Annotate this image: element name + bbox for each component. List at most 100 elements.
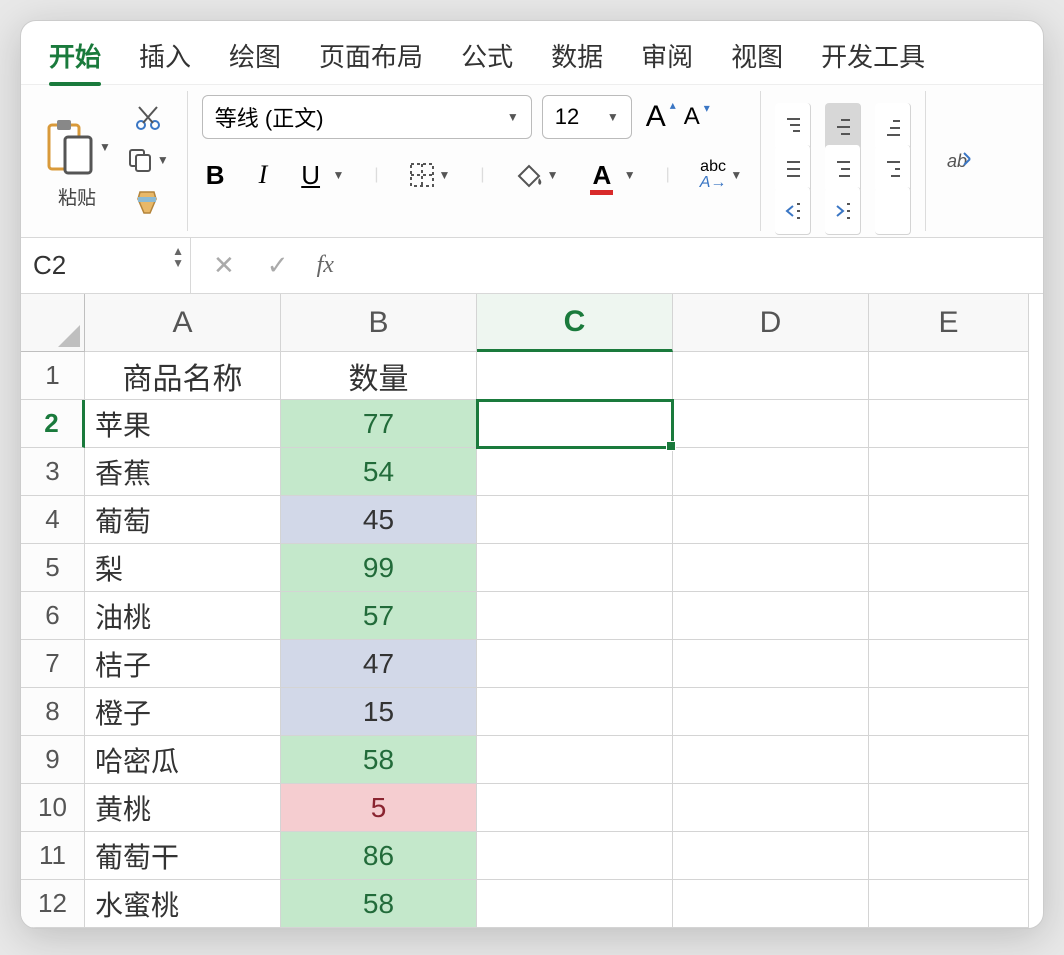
cell[interactable]: 商品名称 [85,352,281,400]
cell[interactable] [477,832,673,880]
borders-button[interactable]: ▼ [405,158,455,192]
cell[interactable] [869,688,1029,736]
cell[interactable]: 橙子 [85,688,281,736]
decrease-indent-button[interactable] [775,187,811,235]
copy-button[interactable]: ▼ [123,143,173,177]
cell[interactable] [673,880,869,928]
underline-button[interactable]: U ▼ [297,156,348,195]
cell[interactable]: 54 [281,448,477,496]
row-header[interactable]: 6 [21,592,85,640]
phonetic-button[interactable]: abcA→ ▼ [696,155,747,195]
row-header[interactable]: 9 [21,736,85,784]
bold-button[interactable]: B [202,156,229,195]
tab-developer[interactable]: 开发工具 [821,37,925,84]
row-header[interactable]: 4 [21,496,85,544]
spreadsheet-grid[interactable]: ABCDE1商品名称数量2苹果773香蕉544葡萄455梨996油桃577桔子4… [21,294,1043,928]
tab-home[interactable]: 开始 [49,37,101,84]
cell[interactable] [869,592,1029,640]
column-header-E[interactable]: E [869,294,1029,352]
cell[interactable]: 哈密瓜 [85,736,281,784]
cell[interactable]: 黄桃 [85,784,281,832]
fill-color-button[interactable]: ▼ [511,158,563,192]
cell[interactable] [673,496,869,544]
cell[interactable]: 57 [281,592,477,640]
font-color-button[interactable]: A ▼ [588,156,639,195]
paste-button[interactable]: ▼ [39,113,115,181]
cell[interactable] [673,352,869,400]
decrease-font-button[interactable]: A▾ [680,99,704,135]
align-left-button[interactable] [775,145,811,193]
cell[interactable] [477,688,673,736]
select-all-corner[interactable] [21,294,85,352]
cell[interactable] [869,784,1029,832]
cell[interactable] [673,592,869,640]
name-box[interactable]: C2 ▲▼ [21,238,191,293]
cell[interactable] [477,784,673,832]
cell[interactable] [477,496,673,544]
italic-button[interactable]: I [255,156,272,194]
tab-view[interactable]: 视图 [731,37,783,84]
cell[interactable] [673,400,869,448]
cell[interactable]: 47 [281,640,477,688]
tab-formulas[interactable]: 公式 [461,37,513,84]
font-size-select[interactable]: 12 ▼ [542,95,632,139]
column-header-A[interactable]: A [85,294,281,352]
orientation-button[interactable]: ab [940,143,976,179]
increase-font-button[interactable]: A▴ [642,96,670,138]
cell[interactable]: 桔子 [85,640,281,688]
cell[interactable] [673,544,869,592]
font-name-select[interactable]: 等线 (正文) ▼ [202,95,532,139]
cell[interactable]: 58 [281,880,477,928]
formula-input[interactable] [352,238,1043,293]
cell[interactable] [869,832,1029,880]
row-header[interactable]: 10 [21,784,85,832]
cell[interactable] [869,736,1029,784]
tab-insert[interactable]: 插入 [139,37,191,84]
cell[interactable] [673,832,869,880]
cell[interactable] [869,352,1029,400]
row-header[interactable]: 5 [21,544,85,592]
cancel-formula-button[interactable]: ✕ [209,246,239,285]
cell[interactable]: 油桃 [85,592,281,640]
align-bottom-button[interactable] [875,103,911,151]
row-header[interactable]: 12 [21,880,85,928]
row-header[interactable]: 7 [21,640,85,688]
align-middle-button[interactable] [825,103,861,151]
accept-formula-button[interactable]: ✓ [263,246,293,285]
column-header-B[interactable]: B [281,294,477,352]
cell[interactable]: 香蕉 [85,448,281,496]
fx-label[interactable]: fx [317,252,334,279]
tab-data[interactable]: 数据 [551,37,603,84]
tab-page-layout[interactable]: 页面布局 [319,37,423,84]
cell[interactable]: 58 [281,736,477,784]
cell[interactable]: 86 [281,832,477,880]
cell[interactable] [477,352,673,400]
cell[interactable]: 数量 [281,352,477,400]
cell[interactable]: 99 [281,544,477,592]
cell[interactable] [673,448,869,496]
cell[interactable] [477,400,673,448]
format-painter-button[interactable] [130,185,166,221]
cell[interactable]: 15 [281,688,477,736]
cell[interactable]: 77 [281,400,477,448]
cell[interactable]: 水蜜桃 [85,880,281,928]
row-header[interactable]: 1 [21,352,85,400]
row-header[interactable]: 8 [21,688,85,736]
increase-indent-button[interactable] [825,187,861,235]
cell[interactable] [869,880,1029,928]
cell[interactable]: 苹果 [85,400,281,448]
cell[interactable] [673,688,869,736]
cell[interactable] [869,544,1029,592]
cell[interactable] [869,640,1029,688]
align-right-button[interactable] [875,145,911,193]
tab-draw[interactable]: 绘图 [229,37,281,84]
align-center-button[interactable] [825,145,861,193]
align-top-button[interactable] [775,103,811,151]
cell[interactable] [477,736,673,784]
cell[interactable] [477,544,673,592]
cell[interactable] [673,736,869,784]
cell[interactable]: 梨 [85,544,281,592]
cell[interactable]: 5 [281,784,477,832]
tab-review[interactable]: 审阅 [641,37,693,84]
column-header-C[interactable]: C [477,294,673,352]
